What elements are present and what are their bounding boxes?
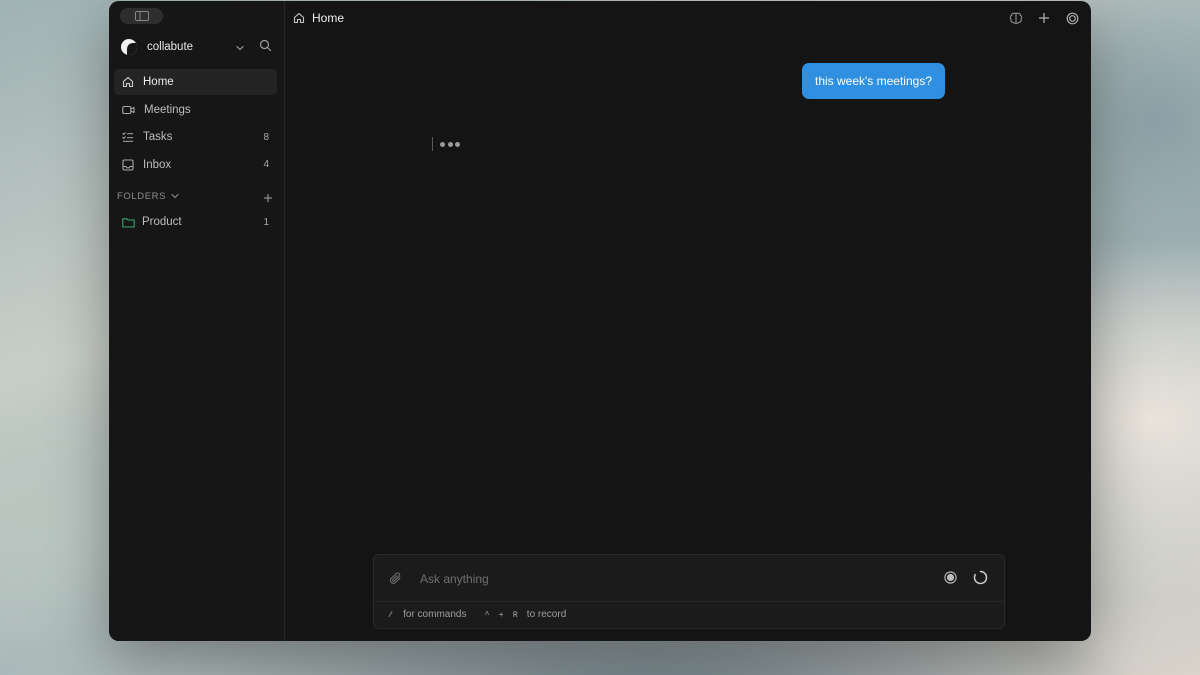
text-cursor: [432, 137, 433, 151]
sidebar-item-label: Meetings: [144, 103, 191, 116]
folders-label: FOLDERS: [117, 190, 167, 202]
sidebar-item-label: Tasks: [143, 131, 173, 143]
record-button[interactable]: [944, 571, 957, 589]
breadcrumb: Home: [293, 11, 344, 25]
sidebar-item-inbox[interactable]: Inbox 4: [114, 152, 277, 178]
chevron-down-icon[interactable]: [235, 40, 245, 58]
ai-brain-button[interactable]: [1009, 11, 1023, 25]
typing-dot: [440, 141, 445, 147]
chat-composer: / for commands ^ + R to record: [373, 554, 1005, 629]
new-chat-button[interactable]: [1037, 11, 1051, 25]
ask-input[interactable]: [420, 569, 900, 589]
folder-item-product[interactable]: Product 1: [114, 210, 277, 234]
plus-icon: [1039, 13, 1049, 23]
top-bar: Home: [285, 1, 1091, 35]
workspace-name: collabute: [147, 41, 194, 53]
sidebar-item-tasks[interactable]: Tasks 8: [114, 124, 277, 150]
ctrl-key: ^: [484, 609, 490, 620]
sidebar-toggle-button[interactable]: [120, 8, 163, 24]
sidebar-item-label: Home: [143, 76, 174, 88]
home-icon: [122, 76, 134, 88]
folder-icon: [122, 217, 135, 228]
commands-hint: for commands: [403, 609, 467, 620]
page-title: Home: [312, 11, 345, 25]
user-message-bubble: this week's meetings?: [802, 63, 945, 99]
chevron-down-icon: [171, 193, 179, 199]
paperclip-icon: [389, 572, 401, 584]
sidebar-nav: Home Meetings Tasks 8 Inbox 4: [114, 69, 277, 179]
attach-button[interactable]: [389, 572, 402, 590]
workspace-logo-icon: [121, 39, 137, 55]
sidebar-item-label: Inbox: [143, 158, 172, 171]
folder-count: 1: [263, 216, 269, 228]
typing-dot: [455, 141, 460, 147]
app-window: collabute Home Meetings Tasks 8 Inbox 4 …: [109, 1, 1091, 641]
folder-label: Product: [142, 216, 182, 228]
folders-section-header[interactable]: FOLDERS: [117, 189, 273, 203]
video-icon: [122, 105, 135, 114]
slash-key: /: [388, 609, 394, 620]
composer-shortcut-hints: / for commands ^ + R to record: [388, 609, 566, 620]
home-icon: [293, 12, 305, 24]
sidebar-item-home[interactable]: Home: [114, 69, 277, 95]
typing-dot: [447, 141, 453, 147]
loading-spinner-icon: [973, 570, 988, 585]
record-icon: [944, 571, 957, 584]
inbox-count-badge: 4: [263, 159, 269, 170]
r-key: R: [512, 609, 518, 620]
plus-key: +: [498, 609, 504, 620]
add-folder-button[interactable]: [263, 190, 273, 208]
inbox-icon: [122, 158, 134, 171]
plus-icon: [264, 194, 272, 202]
workspace-switcher[interactable]: collabute: [121, 37, 275, 57]
loading-stop-button[interactable]: [973, 570, 988, 590]
brain-icon: [1009, 12, 1023, 24]
sidebar-toggle-icon: [134, 11, 149, 21]
circle-settings-icon: [1066, 12, 1078, 24]
composer-input-row: [374, 555, 1004, 602]
main-panel: Home this week's meetings? Ask anything …: [285, 1, 1091, 641]
sidebar-item-meetings[interactable]: Meetings: [114, 97, 277, 123]
tasks-count-badge: 8: [263, 131, 269, 143]
sidebar: collabute Home Meetings Tasks 8 Inbox 4 …: [109, 1, 285, 641]
checklist-icon: [122, 132, 133, 142]
top-actions: [1009, 11, 1079, 25]
settings-button[interactable]: [1065, 11, 1079, 25]
typing-indicator: [432, 137, 463, 151]
record-hint: to record: [526, 609, 567, 620]
search-icon[interactable]: [259, 39, 272, 57]
